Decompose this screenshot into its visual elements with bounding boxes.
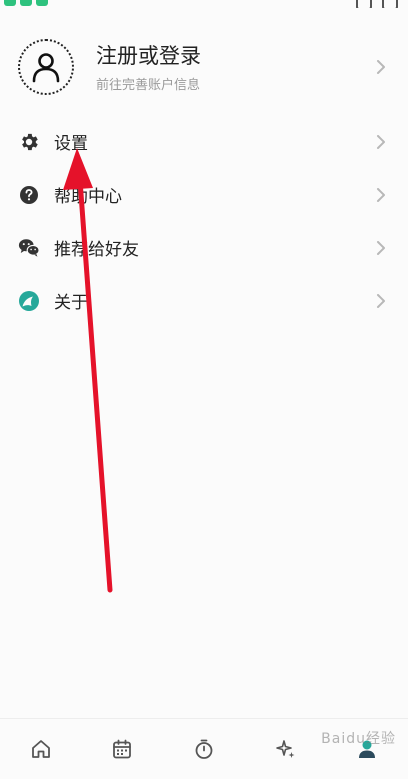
menu-item-label: 推荐给好友 xyxy=(54,240,139,260)
chevron-right-icon xyxy=(374,240,388,255)
chevron-right-icon xyxy=(374,187,388,202)
profile-subtitle: 前往完善账户信息 xyxy=(96,77,201,93)
battery-icon xyxy=(382,0,398,8)
profile-row[interactable]: 注册或登录 前往完善账户信息 xyxy=(0,30,408,104)
app-logo-icon xyxy=(18,290,40,312)
help-icon xyxy=(18,184,40,206)
notification-icon xyxy=(36,0,48,6)
status-system-icons xyxy=(356,0,398,8)
user-icon xyxy=(32,53,60,83)
wechat-icon xyxy=(18,237,40,259)
settings-menu: 设置 帮助中心 推荐给好友 关于 xyxy=(0,115,408,327)
home-icon xyxy=(31,740,50,758)
calendar-icon xyxy=(113,739,132,759)
status-bar xyxy=(0,0,408,8)
menu-item-about[interactable]: 关于 xyxy=(0,274,408,327)
menu-item-help-center[interactable]: 帮助中心 xyxy=(0,168,408,221)
gear-icon xyxy=(18,131,40,153)
menu-item-recommend[interactable]: 推荐给好友 xyxy=(0,221,408,274)
notification-icon xyxy=(20,0,32,6)
profile-title: 注册或登录 xyxy=(96,43,201,68)
chevron-right-icon xyxy=(374,293,388,308)
menu-item-label: 帮助中心 xyxy=(54,187,122,207)
avatar[interactable] xyxy=(18,39,74,95)
chevron-right-icon xyxy=(374,134,388,149)
tab-home[interactable] xyxy=(21,729,61,769)
tab-calendar[interactable] xyxy=(102,729,142,769)
sparkle-icon xyxy=(275,740,295,758)
status-notification-icons xyxy=(4,0,48,6)
watermark: Baidu经验 xyxy=(321,731,396,747)
menu-item-label: 设置 xyxy=(54,134,88,154)
menu-item-label: 关于 xyxy=(54,293,88,313)
chevron-right-icon xyxy=(374,60,388,74)
notification-icon xyxy=(4,0,16,6)
menu-item-settings[interactable]: 设置 xyxy=(0,115,408,168)
tab-timer[interactable] xyxy=(184,729,224,769)
timer-icon xyxy=(195,739,213,759)
signal-icon xyxy=(356,0,372,8)
tab-discover[interactable] xyxy=(266,729,306,769)
